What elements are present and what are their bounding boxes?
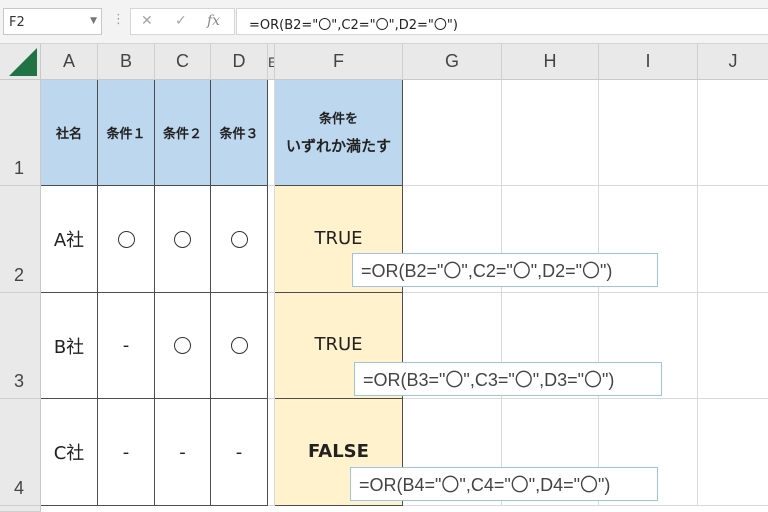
row-number: 2 [14,265,25,285]
cell-company-a[interactable]: A社 [41,186,98,293]
header-result-line1: 条件を [318,111,358,127]
cell-b4[interactable]: - [98,399,155,506]
row-header-2[interactable]: 2 [0,186,41,293]
column-header-d[interactable]: D [211,44,268,80]
cell-company-c[interactable]: C社 [41,399,98,506]
cell-d2[interactable] [211,186,268,293]
header-result-line2: いずれか満たす [285,136,391,155]
column-header-a[interactable]: A [41,44,98,80]
enter-icon[interactable]: ✓ [175,13,187,29]
row-header-4[interactable]: 4 [0,399,41,506]
column-header-g[interactable]: G [403,44,502,80]
select-all-icon [9,48,37,76]
circle-mark [174,337,191,354]
header-condition-2[interactable]: 条件２ [155,80,211,186]
circle-mark [230,337,248,354]
row-header-5[interactable] [0,506,41,512]
name-box-value: F2 [9,15,25,30]
cell-h1[interactable] [502,80,599,186]
circle-mark [230,230,248,248]
cell-e1[interactable] [268,80,275,186]
column-header-i[interactable]: I [599,44,698,80]
more-options-icon[interactable]: ⋮ [112,12,125,27]
row-header-1[interactable]: 1 [0,80,41,186]
row-number: 4 [14,478,25,498]
circle-mark [174,230,191,248]
chevron-down-icon[interactable]: ▼ [90,16,97,26]
row-number: 1 [14,158,25,178]
cell-g1[interactable] [403,80,502,186]
formula-text: =OR(B2="〇",C2="〇",D2="〇") [249,18,458,33]
cell-d3[interactable] [211,293,268,399]
cell-c4[interactable]: - [155,399,211,506]
select-all-button[interactable] [0,44,41,80]
row-number: 3 [14,371,25,391]
formula-buttons: ✕ ✓ fx [130,8,235,35]
column-header-j[interactable]: J [698,44,768,80]
cell-company-b[interactable]: B社 [41,293,98,399]
cell-j4[interactable] [698,399,768,506]
circle-mark [117,230,135,248]
cell-j3[interactable] [698,293,768,399]
cell-c3[interactable] [155,293,211,399]
row-header-3[interactable]: 3 [0,293,41,399]
cell-j2[interactable] [698,186,768,293]
header-condition-1[interactable]: 条件１ [98,80,155,186]
formula-annotation-row3: =OR(B3="〇",C3="〇",D3="〇") [354,362,662,396]
cell-e3[interactable] [268,293,275,399]
name-box[interactable]: F2 ▼ [3,8,102,35]
cancel-icon[interactable]: ✕ [141,13,153,29]
cell-b2[interactable] [98,186,155,293]
column-header-h[interactable]: H [502,44,599,80]
cell-d4[interactable]: - [211,399,268,506]
header-condition-3[interactable]: 条件３ [211,80,268,186]
cell-e4[interactable] [268,399,275,506]
formula-input[interactable]: =OR(B2="〇",C2="〇",D2="〇") [236,8,768,35]
formula-annotation-row4: =OR(B4="〇",C4="〇",D4="〇") [350,467,658,501]
cell-e2[interactable] [268,186,275,293]
column-header-b[interactable]: B [98,44,155,80]
cell-i1[interactable] [599,80,698,186]
formula-annotation-row2: =OR(B2="〇",C2="〇",D2="〇") [352,253,658,287]
column-header-e[interactable]: E [268,44,275,80]
cell-b3[interactable]: - [98,293,155,399]
cell-j1[interactable] [698,80,768,186]
insert-function-icon[interactable]: fx [207,13,220,29]
column-header-c[interactable]: C [155,44,211,80]
column-header-f[interactable]: F [275,44,403,80]
header-result[interactable]: 条件を いずれか満たす [275,80,403,186]
cell-c2[interactable] [155,186,211,293]
formula-bar: F2 ▼ ⋮ ✕ ✓ fx =OR(B2="〇",C2="〇",D2="〇") [0,0,768,44]
header-company[interactable]: 社名 [41,80,98,186]
